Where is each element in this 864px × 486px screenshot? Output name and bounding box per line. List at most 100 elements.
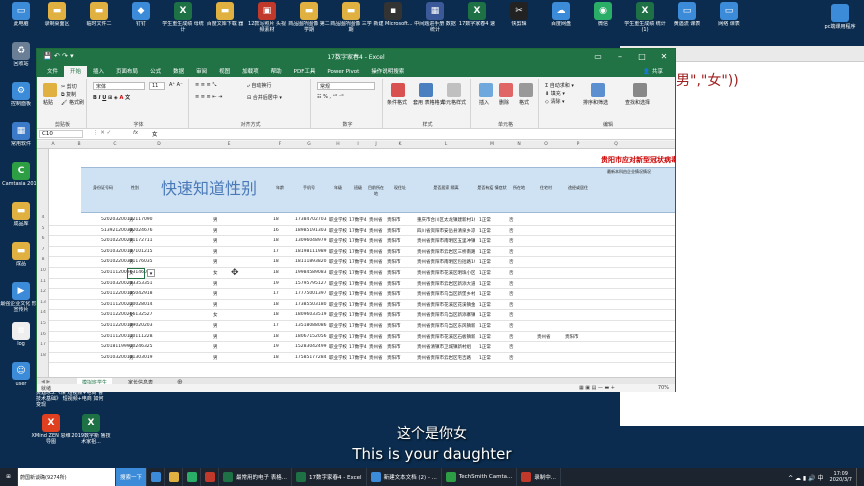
- grade-cell[interactable]: 职业学校: [329, 217, 347, 223]
- symptom-cell[interactable]: 否: [509, 249, 514, 255]
- symptom-cell[interactable]: 否: [509, 302, 514, 308]
- symptom-cell[interactable]: 否: [509, 228, 514, 234]
- phone-cell[interactable]: 18067152056: [295, 334, 327, 339]
- desktop-icon[interactable]: pc端课用程序: [820, 4, 860, 30]
- phone-cell[interactable]: 15283042499: [295, 344, 327, 349]
- symptom-cell[interactable]: 否: [509, 281, 514, 287]
- age-cell[interactable]: 18: [273, 259, 279, 264]
- isolation-cell[interactable]: 1正常: [479, 217, 491, 223]
- align-top-icons[interactable]: ≡ ≡ ≡ ⤡: [195, 82, 216, 88]
- grade-cell[interactable]: 职业学校: [329, 270, 347, 276]
- id-cell[interactable]: 520181199910246325: [101, 344, 153, 349]
- city-cell[interactable]: 贵阳市: [387, 323, 401, 329]
- province-cell[interactable]: 贵州省: [369, 238, 383, 244]
- grade-cell[interactable]: 职业学校: [329, 291, 347, 297]
- age-cell[interactable]: 18: [273, 312, 279, 317]
- zoom-level[interactable]: 70%: [658, 385, 669, 391]
- id-cell[interactable]: 520112200109020203: [101, 323, 153, 328]
- class-cell[interactable]: 17数字4: [349, 312, 367, 318]
- ribbon-tab[interactable]: PDF工具: [288, 66, 322, 77]
- isolation-cell[interactable]: 1正常: [479, 228, 491, 234]
- desktop-icon[interactable]: ▭ 网络 课表: [708, 2, 750, 33]
- search-box[interactable]: 蔚国新谈确(9274所): [18, 468, 116, 486]
- row-number[interactable]: 16: [38, 332, 48, 337]
- fill-button[interactable]: ⬇ 填充 ▾: [545, 90, 565, 97]
- desktop-icon[interactable]: X 17数字家春4 速: [456, 2, 498, 33]
- phone-cell[interactable]: 15795795127: [295, 281, 327, 286]
- desktop-icon[interactable]: ▬ 临时文件二: [78, 2, 120, 33]
- desktop-icon[interactable]: ▬ 商品图所图像 第二学期: [288, 2, 330, 33]
- age-cell[interactable]: 18: [273, 355, 279, 360]
- city-cell[interactable]: 贵阳市: [387, 281, 401, 287]
- province-cell[interactable]: 贵州省: [369, 217, 383, 223]
- gender-formula-cell[interactable]: 男: [213, 238, 218, 244]
- city-cell[interactable]: 贵阳市: [387, 355, 401, 361]
- age-cell[interactable]: 17: [273, 249, 279, 254]
- phone-cell[interactable]: 18096033519: [295, 312, 327, 317]
- isolation-cell[interactable]: 1正常: [479, 281, 491, 287]
- age-cell[interactable]: 18: [273, 217, 279, 222]
- isolation-cell[interactable]: 1正常: [479, 302, 491, 308]
- font-name-select[interactable]: 宋体: [93, 82, 145, 90]
- taskbar-app-button[interactable]: [201, 468, 220, 486]
- row-number[interactable]: 13: [38, 300, 48, 305]
- city-cell[interactable]: 贵阳市: [387, 302, 401, 308]
- province-cell[interactable]: 贵州省: [369, 228, 383, 234]
- address-cell[interactable]: 重庆市合川区太龙镇建新村1组83号: [417, 217, 475, 223]
- desktop-icon[interactable]: ✂ 快剪辑: [498, 2, 540, 33]
- gender-formula-cell[interactable]: 男: [213, 281, 218, 287]
- province-cell[interactable]: 贵州省: [369, 270, 383, 276]
- province-cell[interactable]: 贵州省: [369, 291, 383, 297]
- desktop-icon[interactable]: ◉ 微信: [582, 2, 624, 33]
- row-number[interactable]: 17: [38, 342, 48, 347]
- address-cell[interactable]: 贵州省贵阳市南明区包括路19号1单元: [417, 259, 475, 265]
- address-cell[interactable]: 贵州省清镇市卫城镇新村组: [417, 344, 471, 350]
- ribbon-tab[interactable]: 页面布局: [110, 66, 144, 77]
- desktop-icon[interactable]: ▪ 新建 Microsoft...: [372, 2, 414, 33]
- symptom-cell[interactable]: 否: [509, 312, 514, 318]
- gender-cell[interactable]: 男: [129, 238, 134, 244]
- desktop-icon[interactable]: ▬ 商品图所图像 三学期: [330, 2, 372, 33]
- symptom-cell[interactable]: 否: [509, 334, 514, 340]
- taskbar-app-button[interactable]: 录制中...: [517, 468, 562, 486]
- taskbar-app-button[interactable]: [147, 468, 166, 486]
- class-cell[interactable]: 17数字4: [349, 249, 367, 255]
- age-cell[interactable]: 17: [273, 291, 279, 296]
- city-cell[interactable]: 贵阳市: [387, 270, 401, 276]
- city-cell[interactable]: 贵阳市: [387, 228, 401, 234]
- province-cell[interactable]: 贵州省: [369, 344, 383, 350]
- location-cell[interactable]: 贵州省: [537, 334, 551, 340]
- city-cell[interactable]: 贵阳市: [387, 334, 401, 340]
- id-cell[interactable]: 520103200107101215: [101, 249, 153, 254]
- taskbar-app-button[interactable]: [165, 468, 184, 486]
- gender-formula-cell[interactable]: 男: [213, 259, 218, 265]
- address-cell[interactable]: 贵州省贵阳市乌当区新堡乡村组45号: [417, 291, 475, 297]
- symptom-cell[interactable]: 否: [509, 355, 514, 361]
- row-number[interactable]: 14: [38, 310, 48, 315]
- row-number[interactable]: 11: [38, 279, 48, 284]
- column-header[interactable]: C: [101, 142, 129, 147]
- row-number[interactable]: 5: [38, 226, 48, 231]
- row-number[interactable]: 8: [38, 257, 48, 262]
- delete-button[interactable]: 删除: [499, 99, 509, 106]
- ribbon-tab[interactable]: 文件: [41, 66, 64, 77]
- row-number[interactable]: 10: [38, 268, 48, 273]
- symptom-cell[interactable]: 否: [509, 344, 514, 350]
- formula-input[interactable]: 女: [149, 130, 673, 138]
- gender-cell[interactable]: 男: [129, 355, 134, 361]
- search-go-button[interactable]: 搜索一下: [116, 468, 148, 486]
- column-header[interactable]: I: [349, 142, 367, 147]
- clock-date[interactable]: 2020/3/7: [830, 477, 852, 483]
- isolation-cell[interactable]: 1正常: [479, 323, 491, 329]
- address-cell[interactable]: 贵州省贵阳市花溪区石板镇新村: [417, 334, 475, 340]
- gender-formula-cell[interactable]: 男: [213, 228, 218, 234]
- address-cell[interactable]: 贵州省贵阳市云岩区三桥南路25号1单元: [417, 249, 475, 255]
- age-cell[interactable]: 18: [273, 238, 279, 243]
- phone-cell[interactable]: 13518088086: [295, 323, 327, 328]
- id-cell[interactable]: 520112200105042918: [101, 291, 153, 296]
- city-cell[interactable]: 贵阳市: [387, 344, 401, 350]
- gender-formula-cell[interactable]: 男: [213, 217, 218, 223]
- gender-cell[interactable]: 男: [129, 302, 134, 308]
- table-format-button[interactable]: 套用 表格格式: [413, 99, 445, 106]
- class-cell[interactable]: 17数字4: [349, 259, 367, 265]
